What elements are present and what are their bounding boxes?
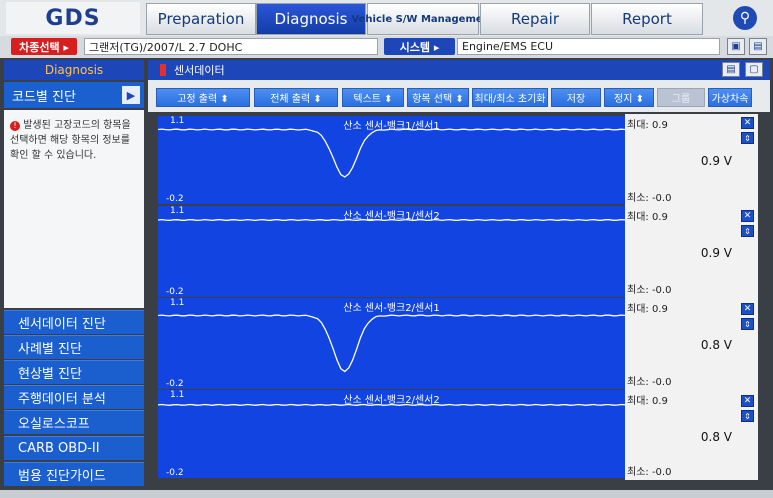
graph-ymin: -0.2 bbox=[166, 194, 184, 204]
graph-title: 산소 센서-뱅크2/센서2 bbox=[343, 395, 440, 406]
move-icon[interactable]: ⇕ bbox=[741, 318, 754, 330]
gds-logo: GDS bbox=[6, 2, 140, 34]
menu-sensor-data[interactable]: 센서데이터 진단 bbox=[4, 310, 144, 334]
current-value: 0.8 V bbox=[700, 430, 732, 444]
print-icon[interactable]: ▤ bbox=[749, 38, 767, 55]
tab-preparation[interactable]: Preparation bbox=[146, 3, 256, 35]
graph-ymin: -0.2 bbox=[166, 468, 184, 478]
all-output-button[interactable]: 전체 출력 ⬍ bbox=[254, 88, 338, 107]
item-select-button[interactable]: 항목 선택 ⬍ bbox=[407, 88, 469, 107]
taskbar bbox=[0, 490, 773, 498]
max-value: 최대: 0.9 bbox=[627, 396, 668, 407]
menu-general-guide[interactable]: 범용 진단가이드 bbox=[4, 462, 144, 486]
camera-icon[interactable]: ▣ bbox=[727, 38, 745, 55]
info-message: ! 발생된 고장코드의 항목을 선택하면 해당 항목의 정보를 확인 할 수 있… bbox=[4, 110, 144, 308]
search-icon[interactable]: ⚲ bbox=[733, 6, 757, 30]
close-icon[interactable]: ✕ bbox=[741, 303, 754, 315]
menu-case-diagnosis[interactable]: 사례별 진단 bbox=[4, 335, 144, 359]
close-icon[interactable]: ✕ bbox=[741, 395, 754, 407]
virtual-speed-button[interactable]: 가상차속 bbox=[708, 88, 752, 107]
chevron-right-icon[interactable]: ▶ bbox=[122, 86, 140, 104]
current-value: 0.9 V bbox=[700, 246, 732, 260]
value-panel: 최대: 0.9 0.8 V 최소: -0.0 bbox=[625, 390, 738, 480]
value-panel: 최대: 0.9 0.9 V 최소: -0.0 bbox=[625, 114, 738, 206]
max-value: 최대: 0.9 bbox=[627, 120, 668, 131]
logo-text: GDS bbox=[45, 5, 101, 31]
graph-title: 산소 센서-뱅크1/센서2 bbox=[343, 211, 440, 222]
graph-panel: 1.1 산소 센서-뱅크1/센서1 -0.2 bbox=[158, 116, 625, 204]
graph-panel: 1.1 산소 센서-뱅크1/센서2 -0.2 bbox=[158, 206, 625, 297]
min-value: 최소: -0.0 bbox=[627, 467, 672, 478]
tab-repair[interactable]: Repair bbox=[480, 3, 590, 35]
graph-panel: 1.1 산소 센서-뱅크2/센서2 -0.2 bbox=[158, 390, 625, 478]
close-icon[interactable]: ✕ bbox=[741, 210, 754, 222]
menu-carb-obd[interactable]: CARB OBD-II bbox=[4, 436, 144, 460]
close-icon[interactable]: ✕ bbox=[741, 117, 754, 129]
system-select-button[interactable]: 시스템 ▸ bbox=[384, 38, 455, 55]
save-button[interactable]: 저장 bbox=[551, 88, 601, 107]
value-panel: 최대: 0.9 0.8 V 최소: -0.0 bbox=[625, 298, 738, 390]
graph-title: 산소 센서-뱅크2/센서1 bbox=[343, 303, 440, 314]
main-panel-header: 센서데이터 bbox=[148, 60, 770, 80]
graph-ymin: -0.2 bbox=[166, 379, 184, 389]
window-icon[interactable]: ▢ bbox=[745, 62, 763, 77]
max-value: 최대: 0.9 bbox=[627, 304, 668, 315]
graph-title: 산소 센서-뱅크1/센서1 bbox=[343, 121, 440, 132]
sensor-trace bbox=[158, 314, 625, 373]
graph-panel: 1.1 산소 센서-뱅크2/센서1 -0.2 bbox=[158, 298, 625, 389]
move-icon[interactable]: ⇕ bbox=[741, 225, 754, 237]
current-value: 0.9 V bbox=[700, 154, 732, 168]
group-button[interactable]: 그룹 bbox=[657, 88, 705, 107]
tab-vehicle-sw-management[interactable]: Vehicle S/W Management bbox=[351, 3, 495, 35]
tab-report[interactable]: Report bbox=[591, 3, 703, 35]
menu-oscilloscope[interactable]: 오실로스코프 bbox=[4, 410, 144, 434]
stop-button[interactable]: 정지 ⬍ bbox=[604, 88, 654, 107]
min-value: 최소: -0.0 bbox=[627, 377, 672, 388]
max-value: 최대: 0.9 bbox=[627, 212, 668, 223]
sensor-trace bbox=[158, 128, 625, 178]
tab-diagnosis[interactable]: Diagnosis bbox=[256, 3, 366, 35]
system-field: Engine/EMS ECU bbox=[457, 38, 720, 55]
reset-minmax-button[interactable]: 최대/최소 초기화 bbox=[472, 88, 548, 107]
info-text: 발생된 고장코드의 항목을 선택하면 해당 항목의 정보를 확인 할 수 있습니… bbox=[10, 120, 131, 161]
print-icon[interactable]: ▤ bbox=[722, 62, 740, 77]
move-icon[interactable]: ⇕ bbox=[741, 132, 754, 144]
move-icon[interactable]: ⇕ bbox=[741, 410, 754, 422]
text-button[interactable]: 텍스트 ⬍ bbox=[342, 88, 404, 107]
menu-symptom-diagnosis[interactable]: 현상별 진단 bbox=[4, 360, 144, 384]
graph-ymin: -0.2 bbox=[166, 287, 184, 297]
fixed-output-button[interactable]: 고정 출력 ⬍ bbox=[156, 88, 250, 107]
min-value: 최소: -0.0 bbox=[627, 285, 672, 296]
vehicle-select-button[interactable]: 차종선택 ▸ bbox=[11, 38, 77, 55]
left-panel-header: Diagnosis bbox=[4, 60, 144, 80]
header-marker bbox=[160, 64, 166, 76]
menu-drive-data[interactable]: 주행데이터 분석 bbox=[4, 385, 144, 409]
current-value: 0.8 V bbox=[700, 338, 732, 352]
min-value: 최소: -0.0 bbox=[627, 193, 672, 204]
alert-icon: ! bbox=[10, 121, 20, 131]
vehicle-field: 그랜저(TG)/2007/L 2.7 DOHC bbox=[84, 38, 378, 55]
value-panel: 최대: 0.9 0.9 V 최소: -0.0 bbox=[625, 206, 738, 298]
